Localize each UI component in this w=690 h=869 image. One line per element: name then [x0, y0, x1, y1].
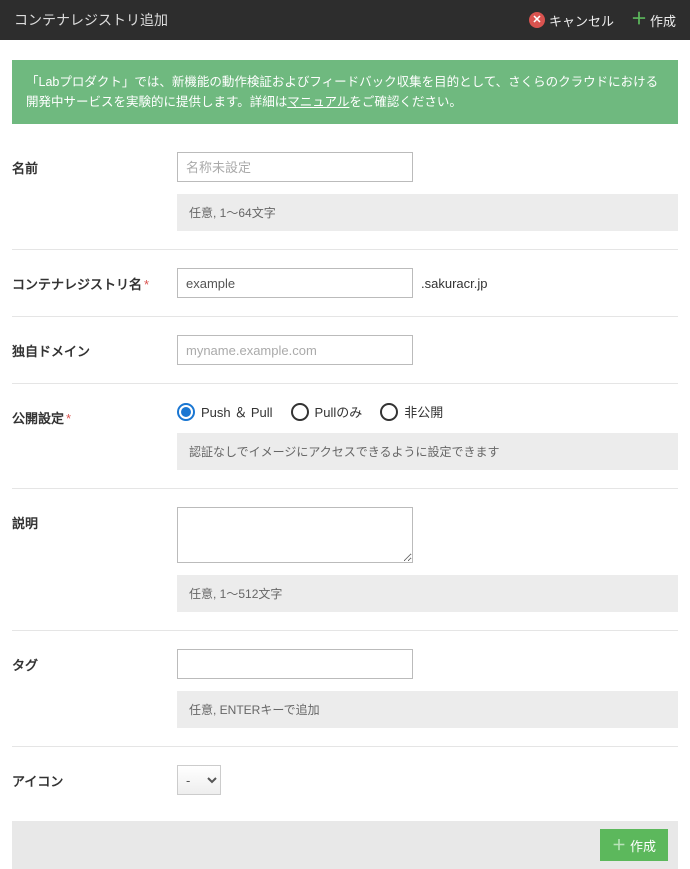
row-icon: アイコン -: [12, 747, 678, 813]
row-registry-name: コンテナレジストリ名* .sakuracr.jp: [12, 250, 678, 317]
lab-notice: 「Labプロダクト」では、新機能の動作検証およびフィードバック収集を目的として、…: [12, 60, 678, 124]
create-label: 作成: [630, 836, 656, 855]
header-title: コンテナレジストリ追加: [14, 10, 168, 30]
row-name: 名前 任意, 1〜64文字: [12, 134, 678, 250]
label-tags: タグ: [12, 649, 177, 674]
label-icon: アイコン: [12, 765, 177, 790]
cancel-label: キャンセル: [549, 11, 614, 30]
plus-icon: ＋: [632, 13, 646, 27]
label-custom-domain: 独自ドメイン: [12, 335, 177, 360]
description-textarea[interactable]: [177, 507, 413, 563]
label-registry-name: コンテナレジストリ名*: [12, 268, 177, 293]
cancel-button[interactable]: ✕ キャンセル: [529, 11, 614, 30]
radio-icon: [177, 403, 195, 421]
label-description: 説明: [12, 507, 177, 532]
row-custom-domain: 独自ドメイン: [12, 317, 678, 384]
description-hint: 任意, 1〜512文字: [177, 575, 678, 612]
name-hint: 任意, 1〜64文字: [177, 194, 678, 231]
icon-select[interactable]: -: [177, 765, 221, 795]
required-mark: *: [144, 277, 149, 292]
registry-suffix: .sakuracr.jp: [421, 276, 487, 291]
radio-icon: [291, 403, 309, 421]
create-button-header[interactable]: ＋ 作成: [632, 11, 676, 30]
visibility-option-private[interactable]: 非公開: [380, 402, 443, 421]
required-mark: *: [66, 411, 71, 426]
close-icon: ✕: [529, 12, 545, 28]
row-tags: タグ 任意, ENTERキーで追加: [12, 631, 678, 747]
form: 名前 任意, 1〜64文字 コンテナレジストリ名* .sakuracr.jp 独…: [0, 134, 690, 813]
label-name: 名前: [12, 152, 177, 177]
notice-text-after: をご確認ください。: [349, 95, 462, 109]
manual-link[interactable]: マニュアル: [287, 95, 349, 109]
visibility-hint: 認証なしでイメージにアクセスできるように設定できます: [177, 433, 678, 470]
visibility-option-pull-only[interactable]: Pullのみ: [291, 402, 363, 421]
plus-icon: ＋: [612, 835, 626, 855]
tags-input[interactable]: [177, 649, 413, 679]
tags-hint: 任意, ENTERキーで追加: [177, 691, 678, 728]
visibility-option-label: Pullのみ: [315, 402, 363, 421]
custom-domain-input[interactable]: [177, 335, 413, 365]
header-bar: コンテナレジストリ追加 ✕ キャンセル ＋ 作成: [0, 0, 690, 40]
row-visibility: 公開設定* Push ＆ Pull Pullのみ 非公開 認証なしでイメージにア…: [12, 384, 678, 489]
registry-name-input[interactable]: [177, 268, 413, 298]
radio-icon: [380, 403, 398, 421]
visibility-option-label: 非公開: [404, 402, 443, 421]
label-visibility: 公開設定*: [12, 402, 177, 427]
name-input[interactable]: [177, 152, 413, 182]
header-actions: ✕ キャンセル ＋ 作成: [529, 11, 676, 30]
footer-bar: ＋ 作成: [12, 821, 678, 869]
visibility-radio-group: Push ＆ Pull Pullのみ 非公開: [177, 402, 678, 421]
visibility-option-push-pull[interactable]: Push ＆ Pull: [177, 402, 273, 421]
visibility-option-label: Push ＆ Pull: [201, 402, 273, 421]
create-button-footer[interactable]: ＋ 作成: [600, 829, 668, 861]
create-label: 作成: [650, 11, 676, 30]
row-description: 説明 任意, 1〜512文字: [12, 489, 678, 631]
